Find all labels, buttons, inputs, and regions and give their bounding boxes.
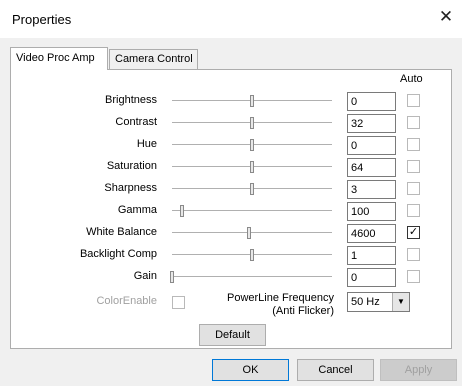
- default-button[interactable]: Default: [199, 324, 266, 346]
- window-title: Properties: [12, 12, 72, 27]
- apply-button[interactable]: Apply: [380, 359, 457, 381]
- ok-button[interactable]: OK: [212, 359, 289, 381]
- color-enable-row: ColorEnable PowerLine Frequency (Anti Fl…: [11, 292, 451, 317]
- auto-checkbox[interactable]: [407, 138, 420, 151]
- chevron-down-icon[interactable]: ▼: [392, 293, 409, 311]
- auto-checkbox[interactable]: [407, 116, 420, 129]
- auto-checkbox[interactable]: [407, 182, 420, 195]
- property-label: Saturation: [106, 160, 157, 172]
- auto-column-header: Auto: [400, 73, 423, 85]
- value-field[interactable]: 1: [347, 246, 396, 265]
- property-label: Sharpness: [104, 182, 157, 194]
- slider-thumb[interactable]: [250, 139, 254, 151]
- value-field[interactable]: 3: [347, 180, 396, 199]
- value-field[interactable]: 4600: [347, 224, 396, 243]
- slider-thumb[interactable]: [170, 271, 174, 283]
- property-row-gamma: Gamma 100: [11, 201, 451, 221]
- auto-checkbox[interactable]: ✓: [407, 226, 420, 239]
- value-field[interactable]: 0: [347, 136, 396, 155]
- powerline-frequency-select[interactable]: 50 Hz ▼: [347, 292, 410, 312]
- tab-video-proc-amp[interactable]: Video Proc Amp: [10, 47, 108, 70]
- auto-checkbox[interactable]: [407, 270, 420, 283]
- auto-checkbox[interactable]: [407, 248, 420, 261]
- dialog-client-area: Video Proc Amp Camera Control Auto Brigh…: [0, 38, 462, 386]
- auto-checkbox[interactable]: [407, 94, 420, 107]
- powerline-label-line1: PowerLine Frequency: [226, 292, 334, 304]
- tab-camera-control[interactable]: Camera Control: [109, 49, 198, 69]
- property-row-white-balance: White Balance 4600 ✓: [11, 223, 451, 243]
- property-row-contrast: Contrast 32: [11, 113, 451, 133]
- color-enable-label: ColorEnable: [96, 295, 157, 307]
- select-value: 50 Hz: [351, 296, 380, 308]
- auto-checkbox[interactable]: [407, 204, 420, 217]
- value-field[interactable]: 0: [347, 92, 396, 111]
- title-bar: Properties ✕: [0, 0, 462, 38]
- property-label: White Balance: [86, 226, 157, 238]
- color-enable-checkbox[interactable]: [172, 296, 185, 309]
- property-label: Hue: [136, 138, 157, 150]
- slider-thumb[interactable]: [246, 227, 251, 239]
- property-row-backlight-comp: Backlight Comp 1: [11, 245, 451, 265]
- slider-thumb[interactable]: [179, 205, 184, 217]
- tab-panel: Auto Brightness 0 Contrast 32 Hue 0 Satu…: [10, 69, 452, 349]
- property-label: Gain: [133, 270, 157, 282]
- slider-track[interactable]: [172, 210, 332, 212]
- slider-thumb[interactable]: [250, 95, 254, 107]
- property-label: Contrast: [115, 116, 157, 128]
- property-row-hue: Hue 0: [11, 135, 451, 155]
- property-label: Backlight Comp: [79, 248, 157, 260]
- slider-thumb[interactable]: [250, 249, 254, 261]
- value-field[interactable]: 0: [347, 268, 396, 287]
- property-row-brightness: Brightness 0: [11, 91, 451, 111]
- close-icon[interactable]: ✕: [438, 8, 454, 25]
- tab-strip: Video Proc Amp Camera Control: [10, 47, 450, 70]
- property-label: Brightness: [105, 94, 157, 106]
- property-row-saturation: Saturation 64: [11, 157, 451, 177]
- value-field[interactable]: 64: [347, 158, 396, 177]
- property-row-sharpness: Sharpness 3: [11, 179, 451, 199]
- value-field[interactable]: 32: [347, 114, 396, 133]
- slider-thumb[interactable]: [250, 161, 254, 173]
- value-field[interactable]: 100: [347, 202, 396, 221]
- property-label: Gamma: [117, 204, 157, 216]
- powerline-label-line2: (Anti Flicker): [272, 305, 334, 317]
- slider-thumb[interactable]: [250, 183, 254, 195]
- property-row-gain: Gain 0: [11, 267, 451, 287]
- powerline-frequency-label: PowerLine Frequency (Anti Flicker): [221, 292, 334, 318]
- slider-track[interactable]: [172, 232, 332, 234]
- cancel-button[interactable]: Cancel: [297, 359, 374, 381]
- slider-track[interactable]: [172, 276, 332, 278]
- slider-thumb[interactable]: [250, 117, 254, 129]
- auto-checkbox[interactable]: [407, 160, 420, 173]
